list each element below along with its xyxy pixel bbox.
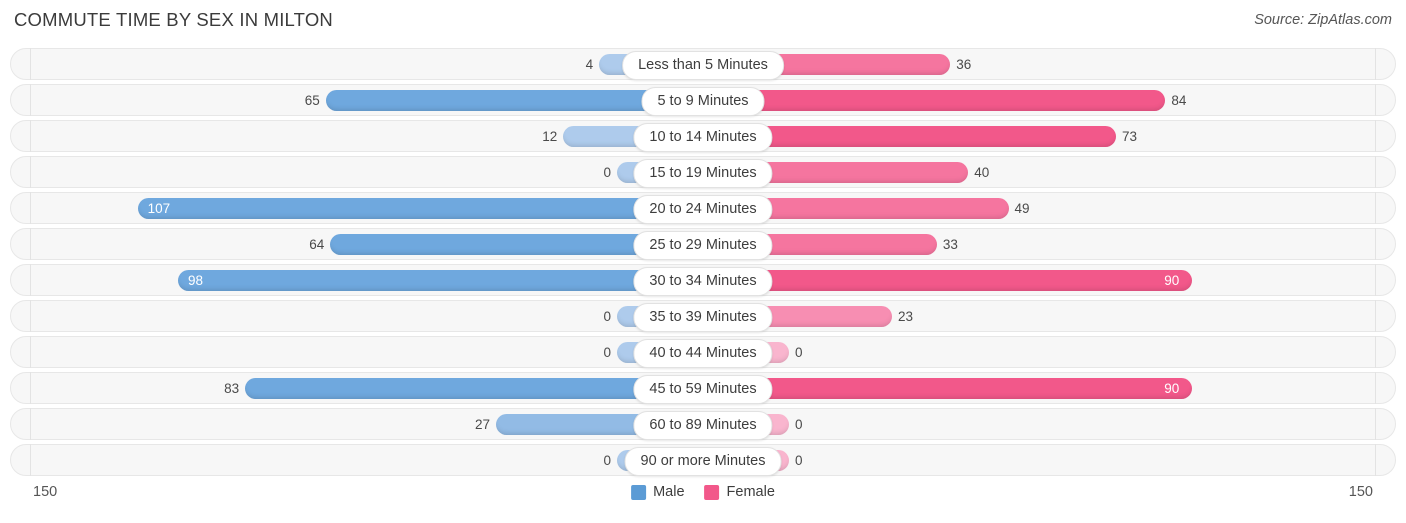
category-label: 45 to 59 Minutes [633,375,773,404]
axis-gridline-left [30,156,31,188]
legend: Male Female [631,484,775,500]
bar-female[interactable] [703,270,1193,291]
chart-row[interactable]: 0 0 40 to 44 Minutes [0,336,1406,368]
chart-row[interactable]: 12 73 10 to 14 Minutes [0,120,1406,152]
axis-gridline-left [30,444,31,476]
value-label-male: 98 [187,273,203,288]
legend-swatch-male-icon [631,484,647,500]
axis-label-left: 150 [33,484,58,500]
source-attribution: Source: ZipAtlas.com [1254,12,1392,28]
value-label-male: 107 [147,201,171,216]
category-label: Less than 5 Minutes [622,51,784,80]
axis-gridline-right [1375,336,1376,368]
value-label-male: 0 [603,453,611,468]
value-label-male: 83 [224,381,240,396]
value-label-female: 36 [956,57,972,72]
axis-gridline-right [1375,408,1376,440]
chart-row[interactable]: 0 40 15 to 19 Minutes [0,156,1406,188]
value-label-female: 33 [942,237,958,252]
chart-footer: 150 150 Male Female [0,484,1406,514]
axis-gridline-left [30,120,31,152]
axis-gridline-left [30,300,31,332]
axis-gridline-right [1375,156,1376,188]
chart-row[interactable]: 0 0 90 or more Minutes [0,444,1406,476]
category-label: 40 to 44 Minutes [633,339,773,368]
category-label: 5 to 9 Minutes [641,87,765,116]
chart-row[interactable]: 107 49 20 to 24 Minutes [0,192,1406,224]
axis-gridline-right [1375,84,1376,116]
category-label: 15 to 19 Minutes [633,159,773,188]
category-label: 25 to 29 Minutes [633,231,773,260]
legend-item-female[interactable]: Female [704,484,775,500]
value-label-male: 0 [603,345,611,360]
value-label-male: 27 [475,417,491,432]
category-label: 10 to 14 Minutes [633,123,773,152]
axis-gridline-right [1375,228,1376,260]
bar-male[interactable] [137,198,703,219]
legend-label-male: Male [653,484,685,500]
value-label-female: 23 [898,309,914,324]
chart-row[interactable]: 83 90 45 to 59 Minutes [0,372,1406,404]
axis-gridline-left [30,408,31,440]
value-label-female: 49 [1014,201,1030,216]
category-label: 35 to 39 Minutes [633,303,773,332]
axis-gridline-left [30,84,31,116]
axis-gridline-right [1375,192,1376,224]
value-label-male: 0 [603,165,611,180]
value-label-female: 90 [1164,273,1180,288]
axis-gridline-right [1375,264,1376,296]
chart-row[interactable]: 0 23 35 to 39 Minutes [0,300,1406,332]
axis-gridline-right [1375,48,1376,80]
chart-row[interactable]: 4 36 Less than 5 Minutes [0,48,1406,80]
category-label: 20 to 24 Minutes [633,195,773,224]
axis-gridline-left [30,264,31,296]
legend-item-male[interactable]: Male [631,484,685,500]
value-label-male: 12 [542,129,558,144]
category-label: 90 or more Minutes [624,447,782,476]
value-label-female: 0 [795,345,803,360]
axis-gridline-right [1375,444,1376,476]
axis-gridline-left [30,336,31,368]
chart-row[interactable]: 65 84 5 to 9 Minutes [0,84,1406,116]
axis-label-right: 150 [1348,484,1373,500]
axis-gridline-right [1375,300,1376,332]
axis-gridline-left [30,228,31,260]
value-label-female: 40 [974,165,990,180]
chart-row[interactable]: 27 0 60 to 89 Minutes [0,408,1406,440]
value-label-female: 0 [795,453,803,468]
legend-swatch-female-icon [704,484,720,500]
axis-gridline-left [30,192,31,224]
legend-label-female: Female [726,484,775,500]
value-label-male: 4 [585,57,594,72]
category-label: 60 to 89 Minutes [633,411,773,440]
bar-female[interactable] [703,90,1166,111]
value-label-male: 65 [304,93,320,108]
value-label-female: 73 [1122,129,1138,144]
category-label: 30 to 34 Minutes [633,267,773,296]
value-label-male: 64 [309,237,325,252]
axis-gridline-left [30,48,31,80]
chart-row[interactable]: 98 90 30 to 34 Minutes [0,264,1406,296]
chart-container: COMMUTE TIME BY SEX IN MILTON Source: Zi… [0,0,1406,523]
plot-area: 4 36 Less than 5 Minutes 65 84 5 to 9 Minutes… [0,48,1406,480]
chart-row[interactable]: 64 33 25 to 29 Minutes [0,228,1406,260]
value-label-male: 0 [603,309,611,324]
axis-gridline-right [1375,120,1376,152]
value-label-female: 90 [1164,381,1180,396]
bar-female[interactable] [703,378,1193,399]
page-title: COMMUTE TIME BY SEX IN MILTON [14,9,333,30]
value-label-female: 84 [1171,93,1187,108]
axis-gridline-right [1375,372,1376,404]
bar-male[interactable] [177,270,703,291]
value-label-female: 0 [795,417,803,432]
axis-gridline-left [30,372,31,404]
